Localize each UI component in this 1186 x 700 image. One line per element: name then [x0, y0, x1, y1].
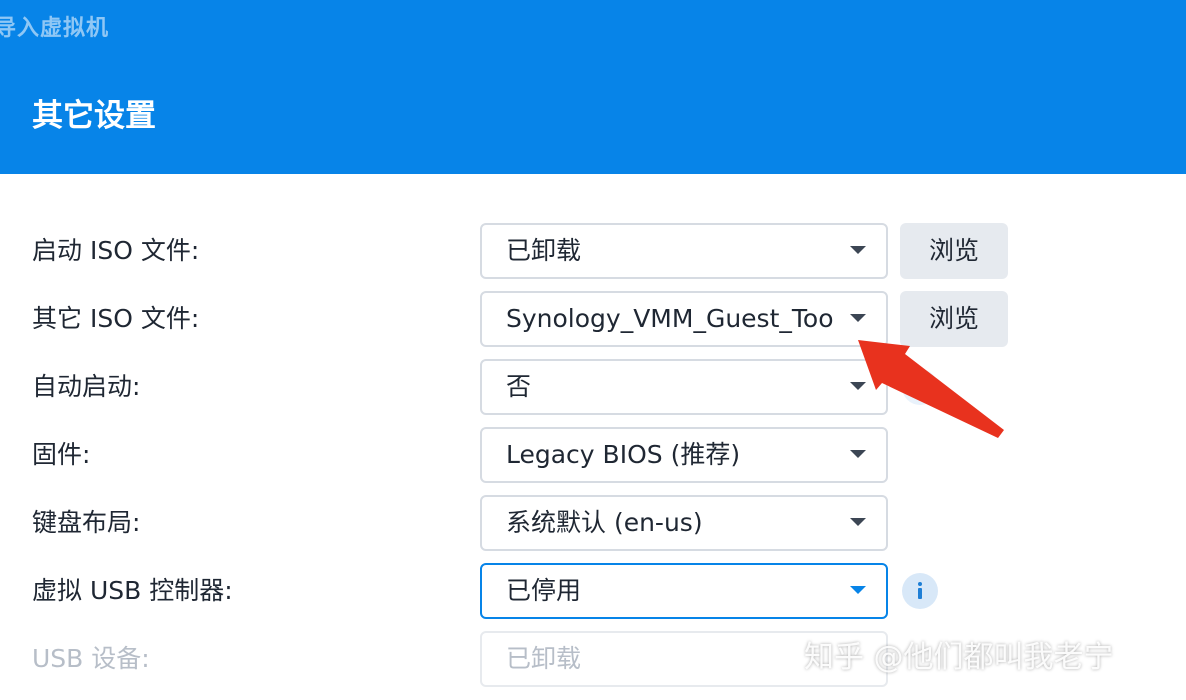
autostart-row: 自动启动: 否 — [0, 359, 1186, 415]
other-iso-select[interactable]: Synology_VMM_Guest_Tool — [480, 291, 888, 347]
section-title: 其它设置 — [32, 98, 156, 134]
boot-iso-select[interactable]: 已卸载 — [480, 223, 888, 279]
info-icon[interactable] — [902, 573, 938, 609]
firmware-value: Legacy BIOS (推荐) — [506, 440, 741, 469]
usb-controller-label: 虚拟 USB 控制器: — [32, 576, 233, 605]
boot-iso-value: 已卸载 — [506, 236, 582, 265]
usb-device-label: USB 设备: — [32, 644, 150, 673]
chevron-down-icon — [850, 246, 866, 254]
info-icon[interactable] — [902, 369, 938, 405]
other-iso-value: Synology_VMM_Guest_Tool — [506, 304, 834, 333]
keyboard-layout-label: 键盘布局: — [32, 508, 141, 537]
chevron-down-icon — [850, 518, 866, 526]
boot-iso-browse-button[interactable]: 浏览 — [900, 223, 1008, 279]
usb-controller-select[interactable]: 已停用 — [480, 563, 888, 619]
autostart-label: 自动启动: — [32, 372, 141, 401]
chevron-down-icon — [850, 382, 866, 390]
autostart-value: 否 — [506, 372, 532, 401]
import-vm-dialog: 导入虚拟机 其它设置 启动 ISO 文件: 已卸载 浏览 其它 ISO 文件: … — [0, 0, 1186, 700]
autostart-select[interactable]: 否 — [480, 359, 888, 415]
other-iso-label: 其它 ISO 文件: — [32, 304, 200, 333]
firmware-row: 固件: Legacy BIOS (推荐) — [0, 427, 1186, 483]
chevron-down-icon — [850, 314, 866, 322]
usb-controller-row: 虚拟 USB 控制器: 已停用 — [0, 563, 1186, 619]
firmware-label: 固件: — [32, 440, 91, 469]
watermark: 知乎 @他们都叫我老宁 — [804, 640, 1114, 675]
dialog-header: 导入虚拟机 其它设置 — [0, 0, 1186, 174]
chevron-down-icon — [850, 450, 866, 458]
usb-controller-value: 已停用 — [506, 576, 582, 605]
keyboard-layout-row: 键盘布局: 系统默认 (en-us) — [0, 495, 1186, 551]
other-iso-browse-button[interactable]: 浏览 — [900, 291, 1008, 347]
boot-iso-row: 启动 ISO 文件: 已卸载 浏览 — [0, 223, 1186, 279]
firmware-select[interactable]: Legacy BIOS (推荐) — [480, 427, 888, 483]
other-iso-row: 其它 ISO 文件: Synology_VMM_Guest_Tool 浏览 — [0, 291, 1186, 347]
boot-iso-label: 启动 ISO 文件: — [32, 236, 200, 265]
keyboard-layout-value: 系统默认 (en-us) — [506, 508, 703, 537]
keyboard-layout-select[interactable]: 系统默认 (en-us) — [480, 495, 888, 551]
window-title: 导入虚拟机 — [0, 16, 110, 41]
usb-device-value: 已卸载 — [506, 644, 582, 673]
chevron-down-icon — [850, 586, 866, 594]
